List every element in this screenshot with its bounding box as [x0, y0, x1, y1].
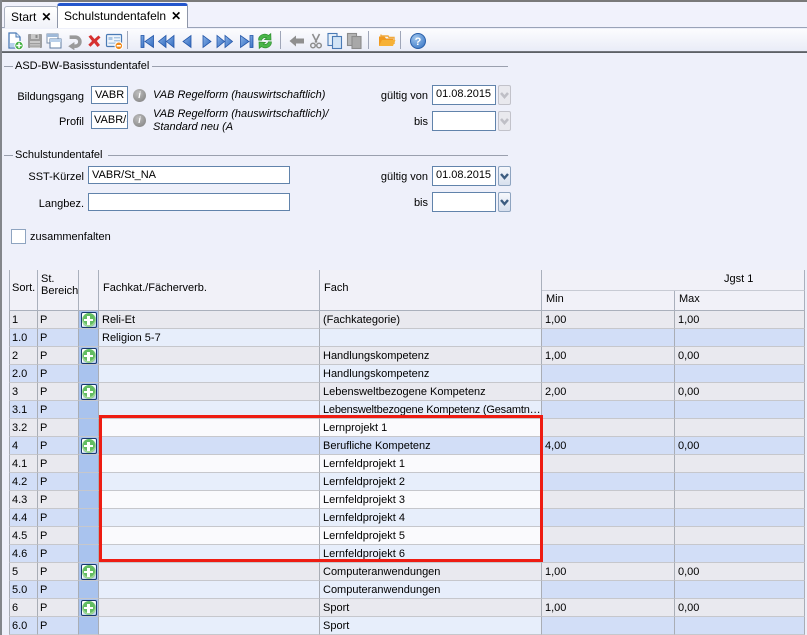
svg-text:?: ? [415, 36, 422, 48]
